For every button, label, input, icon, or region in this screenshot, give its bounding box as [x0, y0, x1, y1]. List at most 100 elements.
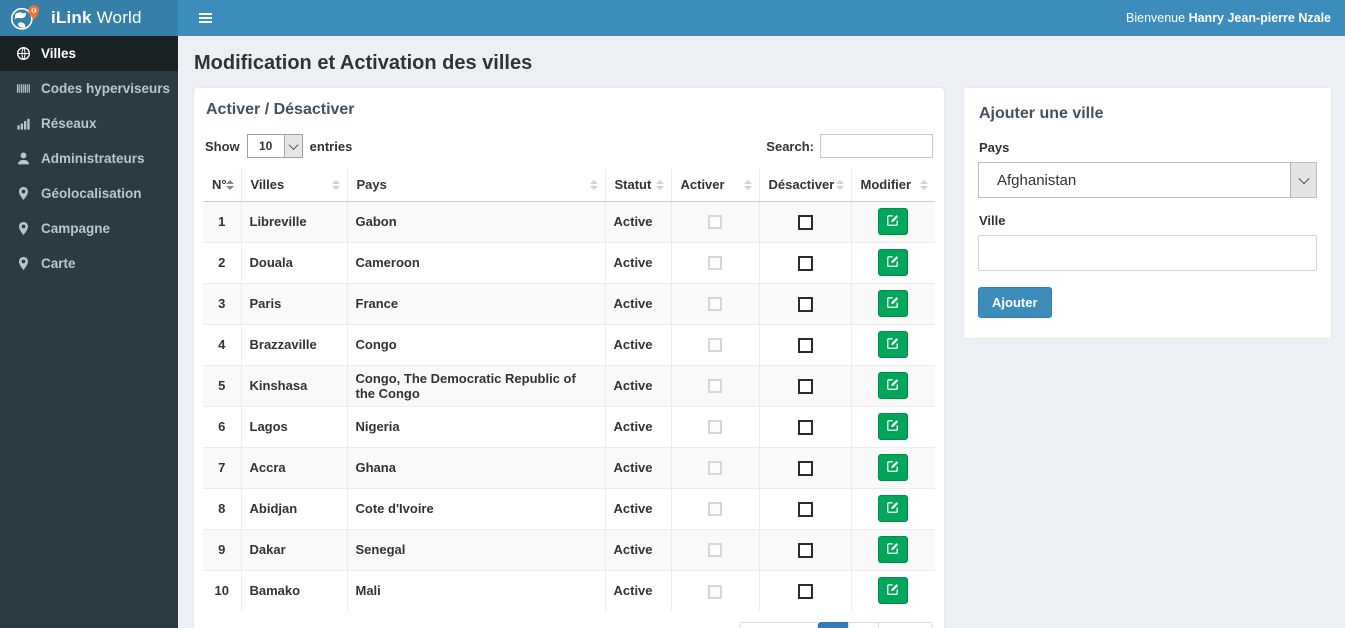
sidebar: Villes Codes hyperviseurs Réseaux Admini…: [0, 36, 178, 628]
cell-ville: Abidjan: [240, 487, 348, 530]
page-length-control: Show 10 entries: [205, 134, 352, 158]
column-header-activer[interactable]: Activer: [670, 168, 760, 202]
table-row: 6 Lagos Nigeria Active: [202, 405, 936, 448]
table-row: 10 Bamako Mali Active: [202, 569, 936, 612]
cell-pays: Cameroon: [346, 241, 606, 284]
table-row: 2 Douala Cameroon Active: [202, 241, 936, 284]
column-header-statut[interactable]: Statut: [604, 168, 672, 202]
pays-select[interactable]: Afghanistan: [978, 162, 1317, 198]
edit-pencil-icon: [886, 254, 900, 271]
modifier-button[interactable]: [878, 331, 909, 358]
modifier-button[interactable]: [878, 372, 909, 399]
pagination-page-1[interactable]: 1: [817, 622, 850, 628]
sidebar-item-administrateurs[interactable]: Administrateurs: [0, 141, 178, 176]
add-panel-title: Ajouter une ville: [979, 105, 1104, 122]
pays-label: Pays: [979, 140, 1010, 155]
sort-icon: [920, 179, 928, 190]
cell-statut: Active: [604, 405, 672, 448]
cell-ville: Paris: [240, 282, 348, 325]
modifier-button[interactable]: [878, 454, 909, 481]
activer-checkbox: [708, 420, 722, 435]
column-header-n[interactable]: N°: [202, 168, 242, 202]
sort-icon: [743, 179, 752, 190]
sort-icon: [589, 179, 598, 190]
app-window: iLink World Bienvenue Hanry Jean-pierre …: [0, 0, 1345, 628]
sidebar-toggle-hamburger-icon[interactable]: [191, 5, 220, 31]
cell-pays: Congo: [346, 323, 606, 366]
modifier-button[interactable]: [878, 290, 909, 317]
ajouter-button[interactable]: Ajouter: [978, 287, 1052, 318]
column-header-modifier[interactable]: Modifier: [850, 168, 936, 202]
sort-icon: [655, 179, 664, 190]
desactiver-checkbox[interactable]: [797, 378, 813, 394]
datatable-controls: Show 10 entries Search:: [205, 134, 933, 158]
ville-input[interactable]: [978, 235, 1317, 271]
brand[interactable]: iLink World: [0, 0, 178, 36]
edit-pencil-icon: [886, 377, 900, 394]
desactiver-checkbox[interactable]: [797, 460, 813, 476]
ville-label: Ville: [979, 213, 1006, 228]
column-header-desactiver[interactable]: Désactiver: [758, 168, 852, 202]
sidebar-item-villes[interactable]: Villes: [0, 36, 178, 71]
sidebar-item-label: Géolocalisation: [41, 186, 142, 201]
pays-selected-value: Afghanistan: [997, 171, 1077, 189]
cell-statut: Active: [604, 241, 672, 284]
pagination: Previous 12 Next: [739, 622, 933, 628]
desactiver-checkbox[interactable]: [797, 337, 813, 353]
map-marker-icon: [15, 256, 31, 271]
pagination-previous-button[interactable]: Previous: [739, 622, 818, 628]
chart-bars-icon: [15, 116, 31, 131]
sidebar-item-carte[interactable]: Carte: [0, 246, 178, 281]
sidebar-item-label: Administrateurs: [41, 151, 145, 166]
desactiver-checkbox[interactable]: [797, 542, 813, 558]
edit-pencil-icon: [886, 336, 900, 353]
sort-icon: [225, 179, 234, 190]
user-icon: [15, 151, 31, 166]
welcome-message: Bienvenue Hanry Jean-pierre Nzale: [1126, 11, 1331, 25]
desactiver-checkbox[interactable]: [797, 501, 813, 517]
edit-pencil-icon: [886, 541, 900, 558]
activer-checkbox: [708, 215, 722, 230]
barcode-icon: [15, 81, 31, 96]
desactiver-checkbox[interactable]: [797, 255, 813, 271]
modifier-button[interactable]: [878, 495, 909, 522]
activer-checkbox: [708, 338, 722, 353]
modifier-button[interactable]: [878, 577, 909, 605]
cell-statut: Active: [604, 323, 672, 366]
column-header-pays[interactable]: Pays: [346, 168, 606, 202]
cell-n: 8: [202, 487, 242, 530]
modifier-button[interactable]: [878, 536, 909, 563]
sidebar-item-label: Réseaux: [41, 116, 97, 131]
pagination-next-button[interactable]: Next: [878, 622, 933, 628]
navbar: Bienvenue Hanry Jean-pierre Nzale: [178, 0, 1345, 36]
modifier-button[interactable]: [878, 249, 909, 276]
desactiver-checkbox[interactable]: [797, 583, 813, 599]
sidebar-item-codes-hyperviseurs[interactable]: Codes hyperviseurs: [0, 71, 178, 106]
table-row: 3 Paris France Active: [202, 282, 936, 325]
activer-checkbox: [708, 461, 722, 476]
cell-n: 7: [202, 446, 242, 489]
page-length-select[interactable]: 10: [246, 134, 303, 158]
desactiver-checkbox[interactable]: [797, 296, 813, 312]
table-panel-title: Activer / Désactiver: [206, 101, 355, 118]
search-input[interactable]: [820, 134, 933, 158]
sidebar-item-campagne[interactable]: Campagne: [0, 211, 178, 246]
desactiver-checkbox[interactable]: [797, 419, 813, 435]
sidebar-item-reseaux[interactable]: Réseaux: [0, 106, 178, 141]
modifier-button[interactable]: [878, 413, 909, 440]
cities-table: N° Villes Pays Statut Activer Désactiver…: [202, 168, 936, 612]
column-header-villes[interactable]: Villes: [240, 168, 348, 202]
main-content: Modification et Activation des villes Ac…: [178, 36, 1345, 628]
desactiver-checkbox[interactable]: [797, 214, 813, 230]
modifier-button[interactable]: [878, 208, 909, 235]
top-bar: iLink World Bienvenue Hanry Jean-pierre …: [0, 0, 1345, 36]
chevron-down-icon: [283, 135, 302, 157]
sidebar-item-geolocalisation[interactable]: Géolocalisation: [0, 176, 178, 211]
pagination-page-2[interactable]: 2: [848, 622, 880, 628]
cell-ville: Kinshasa: [240, 364, 348, 407]
cell-pays: France: [346, 282, 606, 325]
cell-n: 2: [202, 241, 242, 284]
cell-pays: Cote d'Ivoire: [346, 487, 606, 530]
cell-pays: Nigeria: [346, 405, 606, 448]
cell-n: 1: [202, 200, 242, 243]
